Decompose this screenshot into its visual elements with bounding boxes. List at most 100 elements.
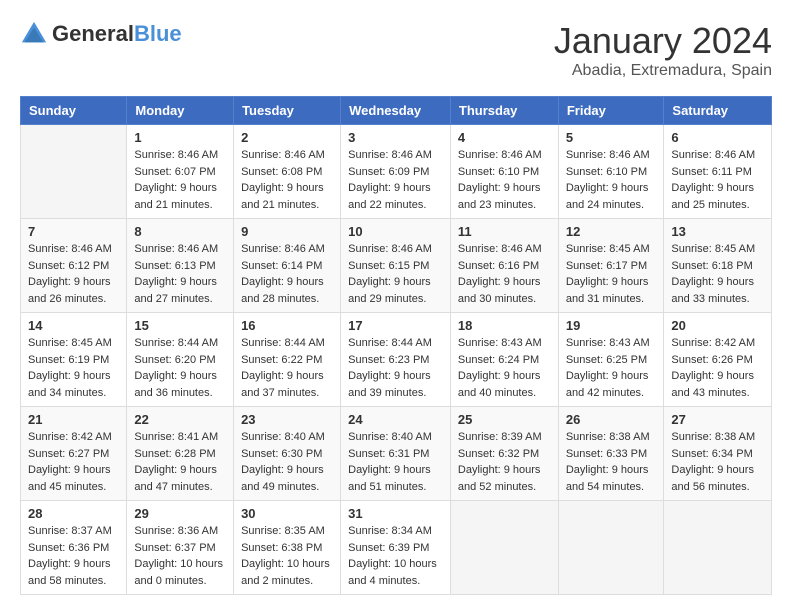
day-content-line: Sunrise: 8:36 AM — [134, 525, 218, 537]
day-content-line: Sunset: 6:18 PM — [671, 260, 752, 272]
day-content-line: Daylight: 9 hours — [566, 370, 649, 382]
day-content-line: Sunset: 6:07 PM — [134, 166, 215, 178]
calendar-cell: 28Sunrise: 8:37 AMSunset: 6:36 PMDayligh… — [21, 501, 127, 595]
day-content-line: Sunrise: 8:43 AM — [566, 337, 650, 349]
day-content-line: Daylight: 9 hours — [134, 464, 217, 476]
day-content-line: and 21 minutes. — [134, 199, 212, 211]
day-content: Sunrise: 8:46 AMSunset: 6:13 PMDaylight:… — [134, 241, 226, 307]
day-content-line: and 43 minutes. — [671, 387, 749, 399]
day-content: Sunrise: 8:41 AMSunset: 6:28 PMDaylight:… — [134, 429, 226, 495]
day-content-line: Daylight: 9 hours — [671, 464, 754, 476]
calendar-cell: 21Sunrise: 8:42 AMSunset: 6:27 PMDayligh… — [21, 407, 127, 501]
day-content-line: Sunset: 6:16 PM — [458, 260, 539, 272]
day-content-line: Sunrise: 8:45 AM — [566, 243, 650, 255]
calendar-cell: 31Sunrise: 8:34 AMSunset: 6:39 PMDayligh… — [341, 501, 451, 595]
day-content-line: Daylight: 9 hours — [28, 276, 111, 288]
day-content-line: Sunset: 6:32 PM — [458, 448, 539, 460]
day-number: 1 — [134, 130, 226, 145]
day-content-line: Sunrise: 8:46 AM — [348, 243, 432, 255]
day-content-line: Daylight: 9 hours — [671, 276, 754, 288]
day-content-line: and 45 minutes. — [28, 481, 106, 493]
calendar-cell: 3 Sunrise: 8:46 AM Sunset: 6:09 PM Daylight… — [341, 125, 451, 219]
day-content-line: and 26 minutes. — [28, 293, 106, 305]
logo-text-general: General — [52, 21, 134, 46]
day-number: 13 — [671, 224, 764, 239]
calendar-cell — [450, 501, 558, 595]
day-content-line: and 27 minutes. — [134, 293, 212, 305]
calendar-cell: 18 Sunrise: 8:43 AM Sunset: 6:24 PM Dayligh… — [450, 313, 558, 407]
day-number: 31 — [348, 506, 443, 521]
day-content-line: and 40 minutes. — [458, 387, 536, 399]
header-friday: Friday — [558, 97, 664, 125]
day-content-line: Sunset: 6:38 PM — [241, 542, 322, 554]
day-content-line: Sunset: 6:12 PM — [28, 260, 109, 272]
day-content-line: Daylight: 9 hours — [348, 182, 431, 194]
day-content-line: and 24 minutes. — [566, 199, 644, 211]
day-content: Sunrise: 8:38 AMSunset: 6:33 PMDaylight:… — [566, 429, 657, 495]
day-content-line: Daylight: 9 hours — [458, 370, 541, 382]
calendar-cell: 4Sunrise: 8:46 AMSunset: 6:10 PMDaylight… — [450, 125, 558, 219]
day-content-line: Sunset: 6:34 PM — [671, 448, 752, 460]
day-number: 24 — [348, 412, 443, 427]
day-content-line: Daylight: 10 hours — [348, 558, 437, 570]
day-content-line: Sunrise: 8:38 AM — [566, 431, 650, 443]
day-number: 9 — [241, 224, 333, 239]
calendar-cell: 22Sunrise: 8:41 AMSunset: 6:28 PMDayligh… — [127, 407, 234, 501]
day-content-line: Daylight: 9 hours — [348, 464, 431, 476]
day-content-line: Sunrise: 8:42 AM — [28, 431, 112, 443]
day-content: Sunrise: 8:39 AMSunset: 6:32 PMDaylight:… — [458, 429, 551, 495]
day-content-line: and 31 minutes. — [566, 293, 644, 305]
day-content-line: and 4 minutes. — [348, 575, 420, 587]
day-content-line: Sunrise: 8:44 AM — [241, 337, 325, 349]
day-content-line: Sunset: 6:31 PM — [348, 448, 429, 460]
header-sunday: Sunday — [21, 97, 127, 125]
day-content: Sunrise: 8:40 AMSunset: 6:30 PMDaylight:… — [241, 429, 333, 495]
calendar-cell: 23Sunrise: 8:40 AMSunset: 6:30 PMDayligh… — [234, 407, 341, 501]
day-number: 2 — [241, 130, 333, 145]
day-content: Sunrise: 8:45 AMSunset: 6:18 PMDaylight:… — [671, 241, 764, 307]
day-number: 18 — [458, 318, 551, 333]
calendar-cell: 15Sunrise: 8:44 AMSunset: 6:20 PMDayligh… — [127, 313, 234, 407]
day-content-line: Sunrise: 8:45 AM — [28, 337, 112, 349]
day-content-line: Daylight: 9 hours — [566, 276, 649, 288]
logo-text-blue: Blue — [134, 21, 182, 46]
day-number: 3 — [348, 130, 443, 145]
day-number: 12 — [566, 224, 657, 239]
day-content-line: Sunset: 6:30 PM — [241, 448, 322, 460]
day-content: Sunrise: 8:46 AM Sunset: 6:12 PM Daylight:… — [28, 241, 119, 307]
day-number: 30 — [241, 506, 333, 521]
day-content-line: Sunrise: 8:39 AM — [458, 431, 542, 443]
day-content-line: Daylight: 9 hours — [241, 182, 324, 194]
day-content-line: Sunset: 6:14 PM — [241, 260, 322, 272]
day-content: Sunrise: 8:44 AMSunset: 6:20 PMDaylight:… — [134, 335, 226, 401]
day-content-line: and 29 minutes. — [348, 293, 426, 305]
day-content-line: Sunrise: 8:46 AM — [458, 243, 542, 255]
day-content-line: Daylight: 9 hours — [348, 276, 431, 288]
header-wednesday: Wednesday — [341, 97, 451, 125]
day-number: 14 — [28, 318, 119, 333]
day-content-line: Sunset: 6:09 PM — [348, 166, 429, 178]
day-content-line: and 54 minutes. — [566, 481, 644, 493]
calendar-cell: 5Sunrise: 8:46 AMSunset: 6:10 PMDaylight… — [558, 125, 664, 219]
day-content: Sunrise: 8:46 AMSunset: 6:10 PMDaylight:… — [566, 147, 657, 213]
day-content-line: and 37 minutes. — [241, 387, 319, 399]
header: GeneralBlue January 2024 Abadia, Extrema… — [20, 20, 772, 80]
calendar-cell: 29Sunrise: 8:36 AMSunset: 6:37 PMDayligh… — [127, 501, 234, 595]
day-number: 16 — [241, 318, 333, 333]
day-content-line: Sunrise: 8:46 AM — [134, 243, 218, 255]
day-content-line: Sunset: 6:24 PM — [458, 354, 539, 366]
day-content-line: Sunrise: 8:46 AM — [348, 149, 432, 161]
day-content-line: Sunset: 6:20 PM — [134, 354, 215, 366]
calendar-cell: 13 Sunrise: 8:45 AMSunset: 6:18 PMDayligh… — [664, 219, 772, 313]
day-content-line: Daylight: 9 hours — [671, 370, 754, 382]
day-content-line: Sunrise: 8:46 AM — [28, 243, 112, 255]
day-content-line: Sunrise: 8:40 AM — [241, 431, 325, 443]
calendar-cell: 9Sunrise: 8:46 AMSunset: 6:14 PMDaylight… — [234, 219, 341, 313]
calendar-cell: 14Sunrise: 8:45 AMSunset: 6:19 PMDayligh… — [21, 313, 127, 407]
day-content-line: Sunrise: 8:34 AM — [348, 525, 432, 537]
day-content-line: Sunrise: 8:43 AM — [458, 337, 542, 349]
day-number: 7 — [28, 224, 119, 239]
day-content-line: Sunrise: 8:42 AM — [671, 337, 755, 349]
day-number: 25 — [458, 412, 551, 427]
day-content-line: and 58 minutes. — [28, 575, 106, 587]
